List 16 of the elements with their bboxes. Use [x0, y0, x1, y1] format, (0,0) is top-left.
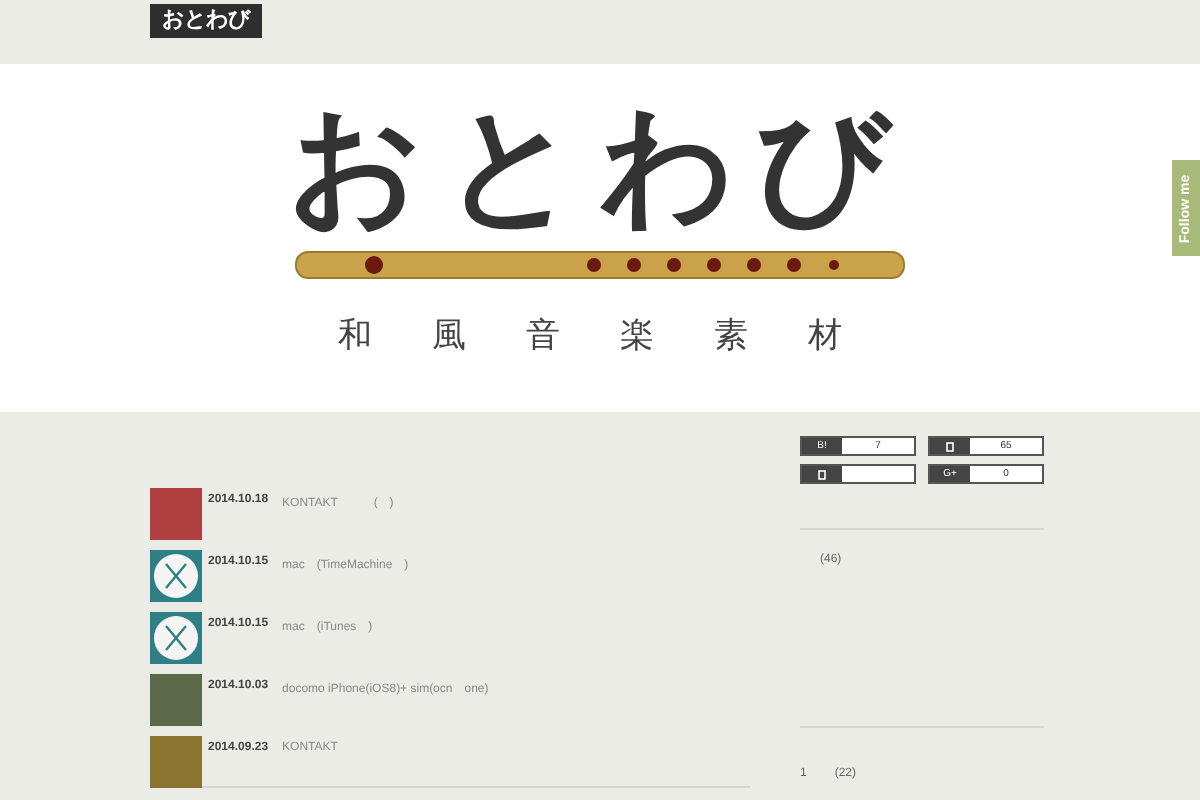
x-logo-icon: [150, 550, 202, 602]
x-logo-icon: [150, 612, 202, 664]
subtitle-character: 風: [432, 314, 466, 358]
share-button[interactable]: [800, 464, 916, 484]
photo-placeholder: [150, 488, 202, 540]
subtitle-character: 材: [808, 314, 842, 358]
photo-placeholder: [150, 674, 202, 726]
photo-placeholder: [150, 736, 202, 788]
site-logo: おとわび: [288, 84, 912, 246]
subtitle-character: 音: [526, 314, 560, 358]
share-icon: [818, 469, 826, 479]
share-icon: [946, 441, 954, 451]
subtitle-character: 楽: [620, 314, 654, 358]
site-logo[interactable]: おとわび: [150, 4, 262, 38]
subtitle-character: 素: [714, 314, 748, 358]
subtitle-character: 和: [338, 314, 372, 358]
